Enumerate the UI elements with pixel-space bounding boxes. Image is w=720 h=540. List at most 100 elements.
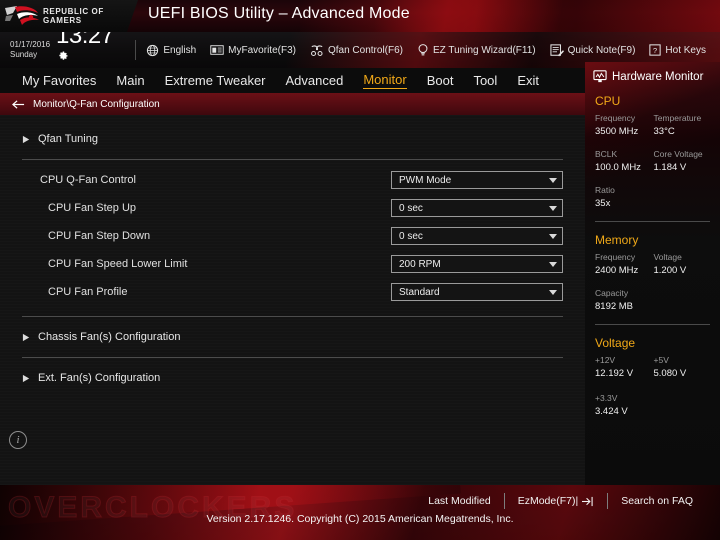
- ext-fan-label: Ext. Fan(s) Configuration: [38, 372, 161, 384]
- hw-cell: Capacity 8192 MB: [595, 286, 655, 314]
- hw-row: Ratio 35x: [595, 183, 712, 211]
- language-shortcut[interactable]: English: [146, 44, 196, 57]
- gear-icon[interactable]: [57, 50, 69, 62]
- hw-value: 3500 MHz: [595, 126, 639, 137]
- hw-cell: +5V 5.080 V: [654, 353, 713, 381]
- hw-key: +5V: [653, 355, 669, 365]
- fan-icon: [310, 44, 323, 56]
- hw-cell: Temperature 33°C: [654, 111, 713, 139]
- hw-key: BCLK: [595, 149, 618, 159]
- tab-tool[interactable]: Tool: [473, 73, 497, 88]
- myfavorite-shortcut[interactable]: MyFavorite(F3): [210, 44, 296, 56]
- arrow-into-box-icon: [582, 496, 593, 506]
- hw-section-memory-values: Frequency 2400 MHz Voltage 1.200 V Capacit…: [585, 250, 720, 314]
- cpu-fan-step-down-dropdown[interactable]: 0 sec: [391, 227, 563, 245]
- tab-monitor[interactable]: Monitor: [363, 72, 407, 89]
- dropdown-value: Standard: [399, 286, 440, 298]
- chassis-fan-label: Chassis Fan(s) Configuration: [38, 331, 181, 343]
- chevron-right-icon: [22, 374, 30, 382]
- cpu-fan-speed-lower-limit-dropdown[interactable]: 200 RPM: [391, 255, 563, 273]
- hw-cell: Ratio 35x: [595, 183, 655, 211]
- hw-section-cpu-values: Frequency 3500 MHz Temperature 33°C BCLK 10…: [585, 111, 720, 211]
- last-modified-button[interactable]: Last Modified: [415, 495, 503, 507]
- app-title: UEFI BIOS Utility – Advanced Mode: [148, 5, 410, 22]
- qfan-tuning-link[interactable]: Qfan Tuning: [0, 125, 585, 153]
- hw-key: Capacity: [595, 288, 629, 298]
- hardware-monitor-title-label: Hardware Monitor: [612, 70, 704, 83]
- hw-value: 35x: [595, 198, 611, 209]
- hw-key: +3.3V: [595, 393, 618, 403]
- hw-section-cpu-title: CPU: [595, 94, 621, 108]
- hw-row: Frequency 2400 MHz Voltage 1.200 V: [595, 250, 712, 278]
- setting-label: CPU Fan Step Down: [48, 230, 151, 242]
- ez-tuning-wizard-shortcut-label: EZ Tuning Wizard(F11): [433, 44, 536, 56]
- lightbulb-icon: [418, 44, 428, 56]
- quick-note-shortcut-label: Quick Note(F9): [567, 44, 636, 56]
- main-tab-bar: My Favorites Main Extreme Tweaker Advanc…: [0, 68, 585, 93]
- hot-keys-shortcut[interactable]: ? Hot Keys: [649, 44, 706, 56]
- hw-row: Capacity 8192 MB: [595, 286, 712, 314]
- hw-cell: Frequency 3500 MHz: [595, 111, 654, 139]
- chevron-down-icon: [549, 289, 557, 295]
- favorite-card-icon: [210, 45, 224, 55]
- ez-mode-button[interactable]: EzMode(F7)|: [505, 495, 608, 507]
- rog-logo-line1: REPUBLIC OF: [43, 7, 104, 16]
- chevron-right-icon: [22, 135, 30, 143]
- hw-value: 1.184 V: [653, 162, 687, 173]
- hw-row: +3.3V 3.424 V: [595, 391, 712, 419]
- hw-section-voltage-title: Voltage: [595, 336, 636, 350]
- tab-advanced[interactable]: Advanced: [286, 73, 344, 88]
- hw-cell: +3.3V 3.424 V: [595, 391, 655, 419]
- hardware-monitor-panel: Hardware Monitor CPU Frequency 3500 MHz T…: [585, 62, 720, 485]
- chassis-fan-configuration-link[interactable]: Chassis Fan(s) Configuration: [0, 323, 585, 351]
- date-value: 01/17/2016: [10, 40, 51, 49]
- setting-row-cpu-qfan-control: CPU Q-Fan Control PWM Mode: [0, 166, 585, 194]
- cpu-fan-step-up-dropdown[interactable]: 0 sec: [391, 199, 563, 217]
- globe-icon: [147, 44, 159, 56]
- dropdown-value: 0 sec: [399, 202, 423, 214]
- dropdown-value: 0 sec: [399, 230, 423, 242]
- tab-exit[interactable]: Exit: [517, 73, 539, 88]
- bottom-actions: Last Modified EzMode(F7)| Search on FAQ: [0, 491, 720, 511]
- setting-row-cpu-fan-step-up: CPU Fan Step Up 0 sec: [0, 194, 585, 222]
- rog-logo: REPUBLIC OF GAMERS: [0, 0, 138, 32]
- hw-section-voltage-values: +12V 12.192 V +5V 5.080 V +3.3V 3.424 V: [585, 353, 720, 419]
- tab-boot[interactable]: Boot: [427, 73, 454, 88]
- chevron-down-icon: [549, 205, 557, 211]
- chevron-down-icon: [549, 233, 557, 239]
- ez-tuning-wizard-shortcut[interactable]: EZ Tuning Wizard(F11): [417, 43, 536, 57]
- hw-value: 12.192 V: [595, 368, 634, 379]
- search-on-faq-button[interactable]: Search on FAQ: [608, 495, 706, 507]
- title-bar: REPUBLIC OF GAMERS UEFI BIOS Utility – A…: [0, 0, 720, 32]
- info-icon[interactable]: i: [9, 431, 27, 449]
- hw-value: 2400 MHz: [595, 265, 639, 276]
- hw-key: Frequency: [595, 113, 636, 123]
- hw-cell: Core Voltage 1.184 V: [654, 147, 713, 175]
- system-date: 01/17/2016 Sunday: [10, 40, 50, 60]
- hw-value: 1.200 V: [653, 265, 687, 276]
- hw-value: 33°C: [653, 126, 675, 137]
- hw-key: Temperature: [653, 113, 702, 123]
- qfan-control-shortcut[interactable]: Qfan Control(F6): [310, 44, 403, 57]
- cpu-qfan-control-dropdown[interactable]: PWM Mode: [391, 171, 563, 189]
- ext-fan-configuration-link[interactable]: Ext. Fan(s) Configuration: [0, 364, 585, 392]
- tab-extreme-tweaker[interactable]: Extreme Tweaker: [165, 73, 266, 88]
- hardware-monitor-title: Hardware Monitor: [585, 62, 720, 83]
- tab-my-favorites[interactable]: My Favorites: [22, 73, 96, 88]
- setting-row-cpu-fan-speed-lower-limit: CPU Fan Speed Lower Limit 200 RPM: [0, 250, 585, 278]
- qfan-control-shortcut-label: Qfan Control(F6): [327, 44, 403, 56]
- hw-cell: Frequency 2400 MHz: [595, 250, 654, 278]
- bottom-bar: OVERCLOCKERS Last Modified EzMode(F7)| S…: [0, 485, 720, 540]
- hw-key: Frequency: [595, 252, 636, 262]
- myfavorite-shortcut-label: MyFavorite(F3): [228, 44, 296, 56]
- cpu-fan-profile-dropdown[interactable]: Standard: [391, 283, 563, 301]
- note-pencil-icon: [550, 43, 564, 56]
- setting-row-cpu-fan-profile: CPU Fan Profile Standard: [0, 278, 585, 306]
- question-key-icon: ?: [649, 44, 662, 56]
- back-arrow-icon[interactable]: [12, 99, 25, 110]
- breadcrumb: Monitor\Q-Fan Configuration: [0, 93, 585, 115]
- quick-note-shortcut[interactable]: Quick Note(F9): [550, 43, 636, 57]
- setting-label: CPU Fan Speed Lower Limit: [48, 258, 188, 270]
- hw-value: 8192 MB: [595, 301, 634, 312]
- tab-main[interactable]: Main: [116, 73, 144, 88]
